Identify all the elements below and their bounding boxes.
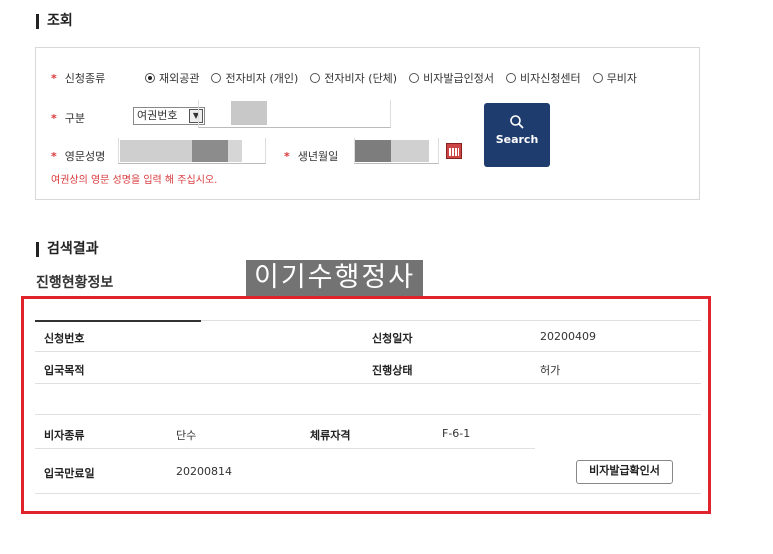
required-mark: * [51,112,57,125]
apply-type-label: 신청종류 [64,72,106,85]
table-top-rule [35,320,201,322]
redaction-block [192,140,228,162]
search-form: * 신청종류 재외공관 전자비자 (개인) 전자비자 (단체) 비자발급인정서 비… [35,47,700,200]
search-button[interactable]: Search [484,103,550,167]
passport-number-input[interactable] [198,100,391,128]
category-row: * 구분 여권번호 ▼ [51,107,205,126]
table-divider [35,448,535,449]
stay-status-value: F-6-1 [442,427,471,440]
radio-icon[interactable] [211,73,222,83]
required-mark: * [51,150,57,163]
table-divider [35,383,701,384]
category-label: 구분 [64,112,86,125]
eng-name-hint: 여권상의 영문 성명을 입력 해 주십시오. [51,175,218,186]
entry-expiry-value: 20200814 [176,465,232,478]
radio-evisa-group[interactable]: 전자비자 (단체) [310,70,397,86]
visa-confirmation-button[interactable]: 비자발급확인서 [576,460,673,484]
table-top-rule [201,320,701,321]
entry-expiry-label: 입국만료일 [44,467,95,480]
radio-evisa-individual[interactable]: 전자비자 (개인) [211,70,298,86]
visa-type-value: 단수 [176,429,197,442]
apply-date-label: 신청일자 [372,332,413,345]
eng-name-row: * 영문성명 [51,148,105,164]
radio-icon[interactable] [592,73,603,83]
radio-icon[interactable] [310,73,321,83]
radio-icon[interactable] [409,73,420,83]
redaction-block [228,140,242,162]
radio-visa-free[interactable]: 무비자 [592,70,637,86]
required-mark: * [284,150,290,163]
apply-type-radio-group: 재외공관 전자비자 (개인) 전자비자 (단체) 비자발급인정서 비자신청센터 … [145,70,637,86]
table-bottom-rule [35,493,701,494]
search-icon [510,115,524,129]
table-divider [35,351,701,352]
redaction-block [120,140,192,162]
redaction-block [355,140,391,162]
visa-type-label: 비자종류 [44,429,85,442]
results-section-title: 검색결과 [36,242,99,257]
eng-name-label: 영문성명 [64,150,106,163]
status-value: 허가 [540,364,561,377]
birth-label: 생년월일 [297,150,339,163]
search-button-label: Search [495,133,539,146]
radio-icon[interactable] [505,73,516,83]
radio-selected-icon[interactable] [145,73,155,83]
birth-row: * 생년월일 [284,148,338,164]
required-mark: * [51,72,57,85]
apply-date-value: 20200409 [540,330,596,343]
redaction-block [391,140,429,162]
search-section-title: 조회 [36,14,73,29]
stay-status-label: 체류자격 [310,429,351,442]
radio-overseas-mission[interactable]: 재외공관 [145,70,199,86]
watermark-label: 이기수행정사 [246,260,424,296]
status-label: 진행상태 [372,364,413,377]
apply-no-label: 신청번호 [44,332,85,345]
redaction-block [231,101,267,125]
radio-visa-certificate[interactable]: 비자발급인정서 [409,70,494,86]
radio-visa-center[interactable]: 비자신청센터 [505,70,581,86]
table-top-rule [35,414,701,415]
entry-purpose-label: 입국목적 [44,364,85,377]
progress-info-subtitle: 진행현황정보 [36,275,114,291]
category-select[interactable]: 여권번호 ▼ [133,107,205,125]
apply-type-row: * 신청종류 재외공관 전자비자 (개인) 전자비자 (단체) 비자발급인정서 비… [51,70,637,86]
calendar-icon[interactable] [446,143,462,159]
